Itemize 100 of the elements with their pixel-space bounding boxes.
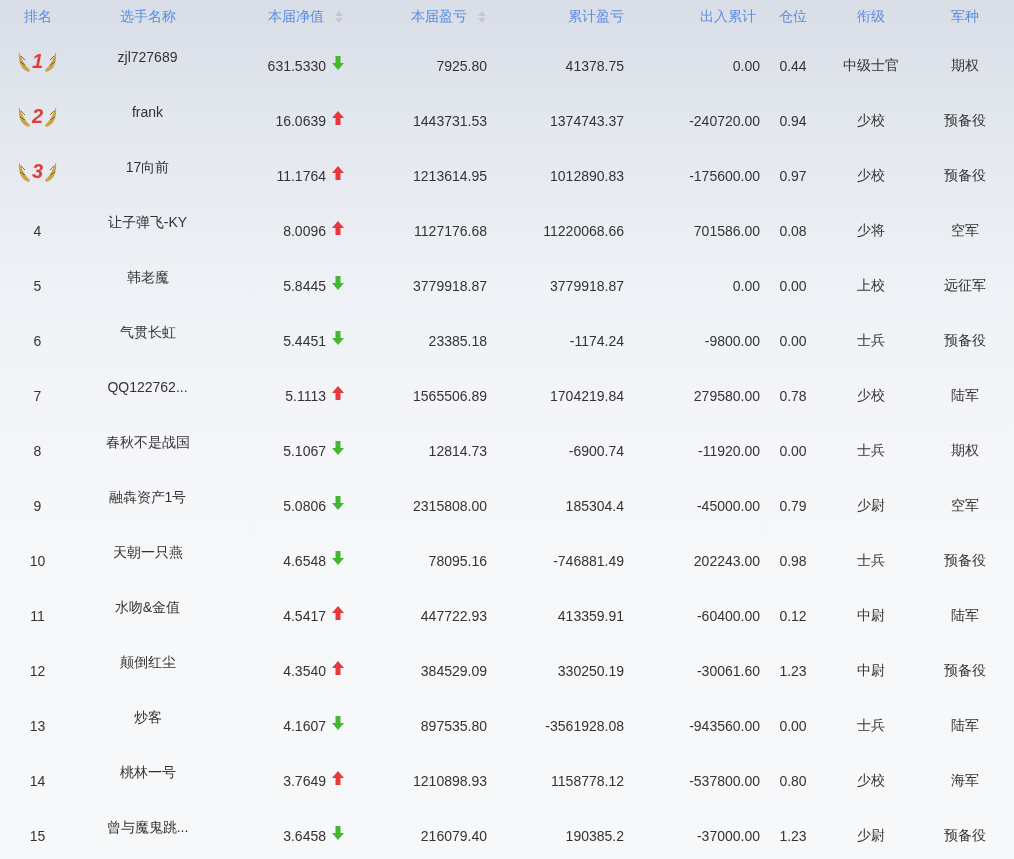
player-name[interactable]: 韩老魔 [126, 269, 169, 287]
rank-number: 9 [33, 497, 42, 514]
player-name[interactable]: 桃林一号 [119, 764, 176, 782]
rank-number: 14 [29, 772, 46, 789]
player-name[interactable]: 融犇资产1号 [108, 489, 187, 507]
rank-title: 少校 [857, 386, 885, 405]
rank-title: 上校 [857, 276, 885, 295]
net-value: 5.8445 [283, 277, 326, 294]
rank-number: 3 [31, 160, 44, 183]
player-name[interactable]: zjl727689 [117, 49, 178, 65]
total-profit: 330250.19 [557, 662, 624, 679]
total-profit: 1012890.83 [550, 167, 624, 184]
position-ratio: 0.80 [779, 772, 807, 789]
net-value: 5.1067 [283, 442, 326, 459]
rank-number: 2 [31, 105, 44, 128]
player-name[interactable]: 让子弹飞-KY [107, 214, 188, 232]
net-value: 4.3540 [283, 662, 326, 679]
period-profit: 1565506.89 [413, 387, 487, 404]
service-branch: 期权 [951, 56, 979, 75]
rank-title: 士兵 [857, 331, 885, 350]
player-name[interactable]: 水吻&金值 [114, 599, 181, 617]
rank-title: 士兵 [857, 551, 885, 570]
net-value: 4.5417 [283, 607, 326, 624]
position-ratio: 0.79 [779, 497, 807, 514]
period-profit: 78095.16 [428, 552, 487, 569]
period-profit: 1443731.53 [413, 112, 487, 129]
service-branch: 预备役 [944, 661, 986, 680]
period-profit: 2315808.00 [413, 497, 487, 514]
net-value: 4.6548 [283, 552, 326, 569]
net-value: 5.4451 [283, 332, 326, 349]
total-profit: 190385.2 [565, 827, 624, 844]
position-ratio: 0.08 [779, 222, 807, 239]
position-ratio: 0.44 [779, 57, 807, 74]
position-ratio: 0.00 [779, 332, 807, 349]
rank-title: 少校 [857, 111, 885, 130]
net-value: 5.1113 [285, 387, 326, 404]
player-name[interactable]: 春秋不是战国 [105, 434, 190, 452]
service-branch: 空军 [951, 221, 979, 240]
total-profit: 41378.75 [565, 57, 624, 74]
cash-flow: 0.00 [732, 57, 760, 74]
rank-title: 中尉 [857, 606, 885, 625]
rank-title: 士兵 [857, 441, 885, 460]
service-branch: 预备役 [944, 111, 986, 130]
service-branch: 期权 [951, 441, 979, 460]
sort-icon[interactable] [334, 10, 344, 24]
cash-flow: -240720.00 [689, 112, 760, 129]
rank-title: 少将 [857, 221, 885, 240]
cash-flow: 202243.00 [693, 552, 760, 569]
period-profit: 7925.80 [436, 57, 487, 74]
player-name[interactable]: 颠倒红尘 [119, 654, 176, 672]
total-profit: -1174.24 [569, 332, 624, 349]
rank-title: 少尉 [857, 496, 885, 515]
total-profit: -3561928.08 [545, 717, 624, 734]
player-name[interactable]: 气贯长虹 [119, 324, 176, 342]
cash-flow: -175600.00 [689, 167, 760, 184]
rank-number: 1 [31, 50, 44, 73]
rank-title: 士兵 [857, 716, 885, 735]
position-ratio: 0.12 [779, 607, 807, 624]
player-name[interactable]: 17向前 [125, 159, 170, 177]
total-profit: 185304.4 [565, 497, 624, 514]
position-ratio: 0.78 [779, 387, 807, 404]
total-profit: -6900.74 [568, 442, 624, 459]
period-profit: 216079.40 [420, 827, 487, 844]
rank-number: 7 [33, 387, 42, 404]
period-profit: 23385.18 [428, 332, 487, 349]
net-value: 16.0639 [275, 112, 326, 129]
rank-title: 中尉 [857, 661, 885, 680]
rank-number: 12 [29, 662, 46, 679]
service-branch: 陆军 [951, 716, 979, 735]
net-value: 631.5330 [267, 57, 326, 74]
sort-icon[interactable] [477, 10, 487, 24]
player-name[interactable]: 炒客 [133, 709, 162, 727]
total-profit: 413359.91 [557, 607, 624, 624]
net-value: 11.1764 [276, 167, 326, 184]
period-profit: 447722.93 [420, 607, 487, 624]
position-ratio: 0.00 [779, 277, 807, 294]
cash-flow: -943560.00 [689, 717, 760, 734]
cash-flow: -537800.00 [689, 772, 760, 789]
player-name[interactable]: QQ122762... [107, 379, 188, 395]
service-branch: 预备役 [944, 166, 986, 185]
service-branch: 预备役 [944, 826, 986, 845]
position-ratio: 0.97 [779, 167, 807, 184]
period-profit: 3779918.87 [413, 277, 487, 294]
position-ratio: 0.00 [779, 717, 807, 734]
period-profit: 12814.73 [428, 442, 487, 459]
service-branch: 陆军 [951, 386, 979, 405]
cash-flow: 279580.00 [693, 387, 760, 404]
player-name[interactable]: 曾与魔鬼跳... [106, 819, 189, 837]
position-ratio: 0.94 [779, 112, 807, 129]
rank-number: 4 [33, 222, 42, 239]
period-profit: 1213614.95 [413, 167, 487, 184]
player-name[interactable]: frank [131, 104, 164, 120]
net-value: 5.0806 [283, 497, 326, 514]
net-value: 4.1607 [283, 717, 326, 734]
cash-flow: -45000.00 [696, 497, 760, 514]
service-branch: 远征军 [944, 276, 986, 295]
player-name[interactable]: 天朝一只燕 [112, 544, 183, 562]
period-profit: 897535.80 [420, 717, 487, 734]
period-profit: 384529.09 [420, 662, 487, 679]
cash-flow: -37000.00 [696, 827, 760, 844]
